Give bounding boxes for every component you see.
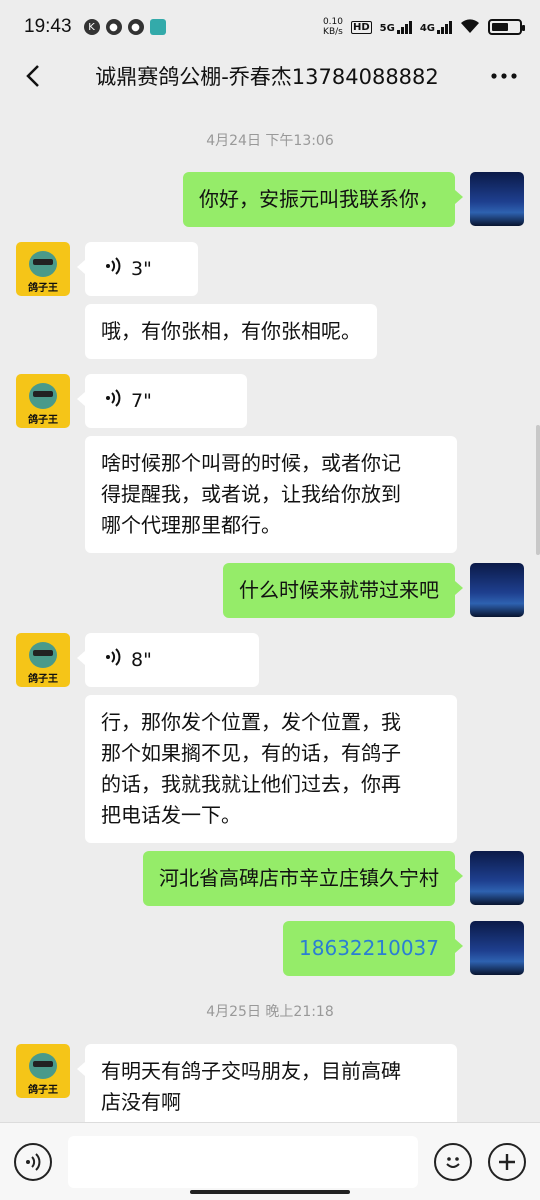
contact-avatar[interactable]: 鸽子王: [16, 374, 70, 428]
my-avatar[interactable]: [470, 563, 524, 617]
more-dots-icon[interactable]: [486, 61, 522, 91]
phone-number-link[interactable]: 18632210037: [283, 921, 463, 976]
avatar-label: 鸽子王: [28, 415, 58, 426]
status-notification-icons: K ● ●: [83, 19, 166, 35]
status-right-icons: 0.10 KB/s HD 5G 4G: [322, 17, 525, 37]
wifi-icon: [460, 18, 480, 37]
status-bar: 19:43 K ● ● 0.10 KB/s HD 5G 4G: [0, 0, 540, 54]
chat-header: 诚鼎赛鸽公棚-乔春杰13784088882: [0, 54, 540, 98]
status-time: 19:43: [24, 16, 72, 37]
my-avatar[interactable]: [470, 172, 524, 226]
voice-wave-icon: [105, 645, 121, 676]
avatar-label: 鸽子王: [28, 674, 58, 685]
message-bubble-received[interactable]: 啥时候那个叫哥的时候，或者你记 得提醒我，或者说，让我给你放到 哪个代理那里都行…: [85, 436, 457, 553]
signal-5g-icon: 5G: [380, 20, 412, 34]
chat-title: 诚鼎赛鸽公棚-乔春杰13784088882: [95, 65, 439, 89]
app-icon: [149, 19, 166, 35]
message-bubble-received[interactable]: 行，那你发个位置，发个位置，我 那个如果搁不见，有的话，有鸽子 的话，我就我就让…: [85, 695, 457, 843]
message-bubble-received[interactable]: 有明天有鸽子交吗朋友，目前高碑 店没有啊: [77, 1044, 457, 1122]
voice-message[interactable]: 8": [77, 633, 259, 687]
voice-duration: 7": [131, 389, 152, 412]
voice-wave-icon: [105, 386, 121, 417]
message-input[interactable]: [68, 1135, 418, 1188]
contact-avatar[interactable]: 鸽子王: [16, 242, 70, 296]
voice-wave-icon: [105, 254, 121, 285]
emoji-icon[interactable]: [434, 1142, 472, 1181]
signal-4g-icon: 4G: [420, 20, 452, 34]
avatar-label: 鸽子王: [28, 1085, 58, 1096]
scrollbar[interactable]: [536, 425, 540, 555]
plus-icon[interactable]: [488, 1142, 526, 1181]
my-avatar[interactable]: [470, 921, 524, 975]
contact-avatar[interactable]: 鸽子王: [16, 633, 70, 687]
chat-icon: ●: [127, 19, 144, 35]
network-speed: 0.10 KB/s: [322, 17, 343, 37]
voice-message[interactable]: 7": [77, 374, 247, 428]
voice-duration: 8": [131, 648, 152, 671]
home-indicator[interactable]: [190, 1190, 350, 1194]
chevron-left-icon[interactable]: [18, 61, 48, 91]
message-list[interactable]: 4月24日 下午13:06 你好，安振元叫我联系你， 鸽子王 3" 哦，有你张相…: [0, 98, 540, 1122]
message-timestamp: 4月25日 晚上21:18: [206, 1004, 334, 1020]
voice-message[interactable]: 3": [77, 242, 198, 296]
battery-icon: [488, 19, 525, 35]
message-icon: ●: [105, 19, 122, 35]
voice-input-icon[interactable]: [14, 1142, 52, 1181]
input-bar: [0, 1122, 540, 1200]
voice-duration: 3": [131, 257, 152, 280]
k-app-icon: K: [83, 19, 100, 35]
message-bubble-received[interactable]: 哦，有你张相，有你张相呢。: [85, 304, 377, 359]
message-bubble-sent[interactable]: 河北省高碑店市辛立庄镇久宁村: [143, 851, 463, 906]
my-avatar[interactable]: [470, 851, 524, 905]
avatar-label: 鸽子王: [28, 283, 58, 294]
hd-badge: HD: [350, 20, 372, 34]
contact-avatar[interactable]: 鸽子王: [16, 1044, 70, 1098]
message-bubble-sent[interactable]: 什么时候来就带过来吧: [223, 563, 463, 618]
message-timestamp: 4月24日 下午13:06: [206, 133, 334, 149]
message-bubble-sent[interactable]: 你好，安振元叫我联系你，: [183, 172, 463, 227]
